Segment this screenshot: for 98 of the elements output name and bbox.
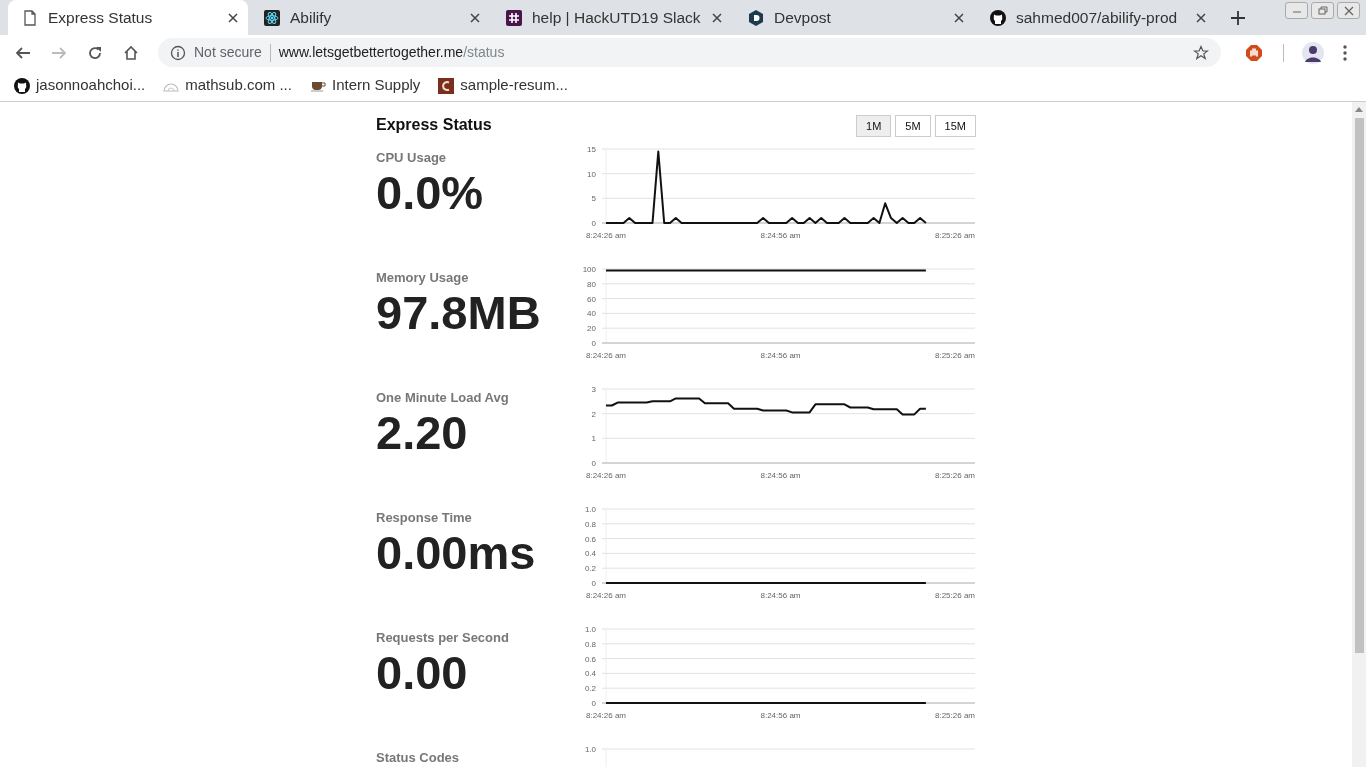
axis-tick-label: 8:24:26 am [586,231,626,240]
axis-tick-label: 1.0 [584,745,596,754]
axis-tick-label: 0 [591,339,596,348]
bookmark[interactable]: Intern Supply [309,74,421,97]
star-icon[interactable] [1193,44,1209,61]
axis-tick-label: 0 [591,459,596,468]
scrollbar-thumb[interactable] [1354,118,1364,653]
browser-tab[interactable]: sahmed007/abilify-prod [976,0,1216,35]
tab-title: Devpost [774,7,832,28]
axis-tick-label: 0.8 [584,519,596,529]
browser-tab[interactable]: help | HackUTD19 Slack [492,0,732,35]
axis-tick-label: 0 [591,219,596,228]
interval-button[interactable]: 1M [856,114,892,138]
url-path: /status [463,44,505,60]
hash-icon [506,9,522,26]
scroll-up-icon[interactable] [1355,106,1363,112]
metric-label: One Minute Load Avg [376,389,510,407]
axis-tick-label: 0 [591,579,596,588]
axis-tick-label: 8:25:26 am [935,591,975,600]
axis-tick-label: 5 [591,194,596,204]
axis-tick-label: 8:24:56 am [760,351,801,360]
axis-tick-label: 0.2 [584,564,596,574]
page-title: Express Status [376,115,492,135]
interval-button[interactable]: 15M [934,114,976,138]
browser-tab[interactable]: Abilify [250,0,490,35]
axis-tick-label: 0.6 [584,534,596,544]
bookmark[interactable]: jasonnoahchoi... [14,74,146,97]
close-icon[interactable] [954,12,964,23]
axis-tick-label: 2 [591,409,596,419]
axis-tick-label: 8:25:26 am [935,711,975,720]
menu-icon[interactable] [1342,43,1348,62]
axis-tick-label: 8:25:26 am [935,471,975,480]
metric-label: Requests per Second [376,629,510,647]
tab-title: help | HackUTD19 Slack [532,7,702,28]
axis-tick-label: 1 [591,434,596,444]
axis-tick-label: 0.6 [584,654,596,664]
url-host: www.letsgetbettertogether.me [278,44,464,60]
metric-label: Memory Usage [376,269,470,287]
document-icon [22,9,38,26]
interval-button[interactable]: 5M [895,114,931,138]
metric-label: Response Time [376,509,473,527]
axis-tick-label: 8:24:56 am [760,231,801,240]
axis-tick-label: 3 [591,385,596,394]
reload-icon[interactable] [87,44,103,61]
browser-tab[interactable]: Devpost [734,0,974,35]
metric-value: 97.8MB [376,287,542,337]
home-icon[interactable] [123,44,139,61]
hexagon-icon [748,9,764,26]
axis-tick-label: 8:25:26 am [935,231,975,240]
axis-tick-label: 8:25:26 am [935,351,975,360]
info-icon[interactable] [170,44,186,61]
axis-tick-label: 8:24:26 am [586,711,626,720]
axis-tick-label: 60 [587,294,596,304]
close-icon[interactable] [470,12,480,23]
axis-tick-label: 0.2 [584,684,596,694]
axis-tick-label: 8:24:56 am [760,471,801,480]
metric-value: 0.00 [376,647,469,697]
metric-value: 0.0% [376,167,485,217]
axis-tick-label: 100 [582,265,596,274]
axis-tick-label: 0.8 [584,639,596,649]
close-icon[interactable] [1196,12,1206,23]
cup-icon [309,79,326,92]
close-icon[interactable] [712,12,722,23]
metric-value: 2.20 [376,407,469,457]
axis-tick-label: 15 [587,145,596,154]
scrollbar[interactable] [1352,102,1366,767]
axis-tick-label: 0.4 [584,549,596,559]
atom-icon [264,9,280,26]
axis-tick-label: 8:24:56 am [760,711,801,720]
axis-tick-label: 8:24:26 am [586,351,626,360]
axis-tick-label: 0 [591,699,596,708]
security-label: Not secure [194,43,262,62]
tab-title: Express Status [48,7,154,28]
avatar-icon[interactable] [1302,41,1324,64]
metric-label: Status Codes [376,749,461,767]
axis-tick-label: 8:24:26 am [586,591,626,600]
new-tab-icon[interactable] [1230,9,1246,26]
bookmark[interactable]: mathsub.com ... [163,74,292,97]
bookmark[interactable]: sample-resum... [438,74,568,97]
axis-tick-label: 1.0 [584,505,596,514]
axis-tick-label: 20 [587,324,596,334]
axis-tick-label: 10 [587,169,596,179]
browser-tab[interactable]: Express Status [8,0,248,35]
address-bar[interactable]: Not secure www.letsgetbettertogether.me/status [158,38,1221,67]
axis-tick-label: 0.4 [584,669,596,679]
metric-label: CPU Usage [376,149,448,167]
axis-tick-label: 8:24:56 am [760,591,801,600]
axis-tick-label: 1.0 [584,625,596,634]
tab-title: sahmed007/abilify-prod [1016,7,1179,28]
back-icon[interactable] [15,44,31,61]
hand-icon[interactable] [1245,43,1263,62]
bookmark-icon [438,77,455,94]
axis-tick-label: 8:24:26 am [586,471,626,480]
tab-title: Abilify [290,7,333,28]
metric-value: 0.00ms [376,527,537,577]
axis-tick-label: 40 [587,309,596,319]
axis-tick-label: 80 [587,279,596,289]
close-icon[interactable] [228,12,238,23]
